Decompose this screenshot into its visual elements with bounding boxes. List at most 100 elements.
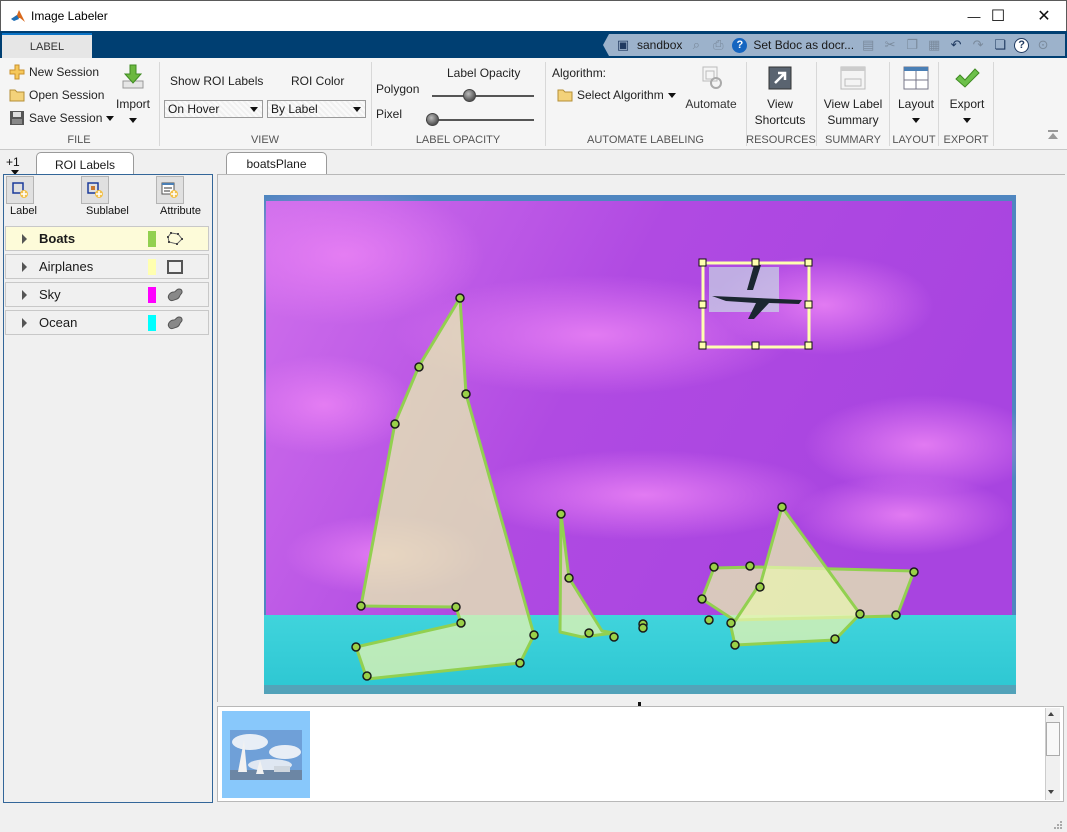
vertex-handle[interactable] [709,562,719,572]
panel-overflow-button[interactable]: +1 [6,155,20,175]
polygon-opacity-slider[interactable] [432,89,534,102]
scroll-thumb[interactable] [1046,722,1060,756]
resize-handle[interactable] [698,300,707,309]
new-session-button[interactable]: New Session [9,64,99,80]
section-label-resources: RESOURCES [746,134,816,146]
resize-handle[interactable] [804,341,813,350]
vertex-handle[interactable] [909,567,919,577]
show-roi-labels-label: Show ROI Labels [170,74,264,88]
resize-handle[interactable] [751,258,760,267]
labeled-image-canvas[interactable] [264,195,1016,694]
vertex-handle[interactable] [356,601,366,611]
label-item-boats[interactable]: Boats [5,226,209,251]
summary-icon [840,66,866,90]
vertex-handle[interactable] [351,642,361,652]
roi-color-dropdown[interactable]: By Label [267,100,366,118]
copy-icon[interactable]: ❐ [904,37,920,53]
vertex-handle[interactable] [891,610,901,620]
import-button[interactable]: Import [113,64,153,123]
resize-handle[interactable] [751,341,760,350]
vertex-handle[interactable] [390,419,400,429]
vertex-handle[interactable] [362,671,372,681]
vertex-handle[interactable] [726,618,736,628]
paste-icon[interactable]: ▦ [926,37,942,53]
save-session-button[interactable]: Save Session [9,110,115,126]
label-item-sky[interactable]: Sky [5,282,209,307]
add-attribute-button[interactable] [156,176,184,204]
scroll-up-icon[interactable] [1048,712,1054,716]
save-icon[interactable]: ▤ [860,37,876,53]
select-algorithm-button[interactable]: Select Algorithm [557,88,676,102]
tab-roi-labels[interactable]: ROI Labels [36,152,134,176]
vertex-handle[interactable] [515,658,525,668]
label-color-swatch[interactable] [148,231,156,247]
windows-icon[interactable]: ❏ [992,37,1008,53]
resize-handle[interactable] [804,300,813,309]
label-color-swatch[interactable] [148,259,156,275]
slider-handle[interactable] [426,113,439,126]
vertex-handle[interactable] [830,634,840,644]
vertex-handle[interactable] [777,502,787,512]
add-sublabel-button[interactable] [81,176,109,204]
resize-grip-icon[interactable] [1053,820,1063,830]
resize-handle[interactable] [698,341,707,350]
vertex-handle[interactable] [755,582,765,592]
expand-arrow-icon[interactable] [22,289,27,300]
vertex-handle[interactable] [584,628,594,638]
sandbox-icon[interactable]: ▣ [615,37,631,53]
resize-handle[interactable] [804,258,813,267]
vertex-handle[interactable] [456,618,466,628]
view-shortcuts-button[interactable]: View Shortcuts [750,66,810,128]
vertex-handle[interactable] [556,509,566,519]
title-bar: Image Labeler — ☐ ✕ [0,0,1067,31]
vertex-handle[interactable] [414,362,424,372]
vertex-handle[interactable] [609,632,619,642]
open-session-button[interactable]: Open Session [9,87,104,103]
redo-icon[interactable]: ↷ [970,37,986,53]
automate-button[interactable]: Automate [682,64,740,112]
cut-icon[interactable]: ✂ [882,37,898,53]
vertex-handle[interactable] [730,640,740,650]
layout-button[interactable]: Layout [893,66,939,123]
expand-arrow-icon[interactable] [22,233,27,244]
show-roi-labels-dropdown[interactable]: On Hover [164,100,263,118]
vertex-handle[interactable] [697,594,707,604]
vertex-handle[interactable] [564,573,574,583]
vertex-handle[interactable] [455,293,465,303]
vertex-handle[interactable] [461,389,471,399]
vertex-handle[interactable] [638,623,648,633]
pixel-opacity-slider[interactable] [426,113,534,126]
slider-handle[interactable] [463,89,477,102]
collapse-ribbon-icon[interactable] [1047,130,1059,140]
vertex-handle[interactable] [855,609,865,619]
browser-scrollbar[interactable] [1045,708,1060,800]
search-icon[interactable]: ⌕ [688,37,704,53]
label-item-airplanes[interactable]: Airplanes [5,254,209,279]
view-label-summary-button[interactable]: View Label Summary [820,66,886,128]
tab-label[interactable]: LABEL [2,33,92,58]
help-icon[interactable]: ? [1014,37,1030,53]
image-thumbnail-selected[interactable] [222,711,310,798]
vertex-handle[interactable] [451,602,461,612]
sandbox-label[interactable]: sandbox [637,38,682,52]
close-button[interactable]: ✕ [1021,1,1067,31]
vertex-handle[interactable] [745,561,755,571]
vertex-handle[interactable] [704,615,714,625]
help-icon[interactable]: ? [732,37,748,53]
print-icon[interactable]: ⎙ [710,37,726,53]
undo-icon[interactable]: ↶ [948,37,964,53]
add-label-button[interactable] [6,176,34,204]
label-color-swatch[interactable] [148,287,156,303]
doc-label[interactable]: Set Bdoc as docr... [753,38,854,52]
expand-icon[interactable]: ⊙ [1035,37,1051,53]
scroll-down-icon[interactable] [1048,790,1054,794]
maximize-button[interactable]: ☐ [975,1,1021,31]
tab-boatsplane[interactable]: boatsPlane [226,152,327,174]
resize-handle[interactable] [698,258,707,267]
label-item-ocean[interactable]: Ocean [5,310,209,335]
expand-arrow-icon[interactable] [22,261,27,272]
export-button[interactable]: Export [944,66,990,123]
vertex-handle[interactable] [529,630,539,640]
label-color-swatch[interactable] [148,315,156,331]
expand-arrow-icon[interactable] [22,317,27,328]
